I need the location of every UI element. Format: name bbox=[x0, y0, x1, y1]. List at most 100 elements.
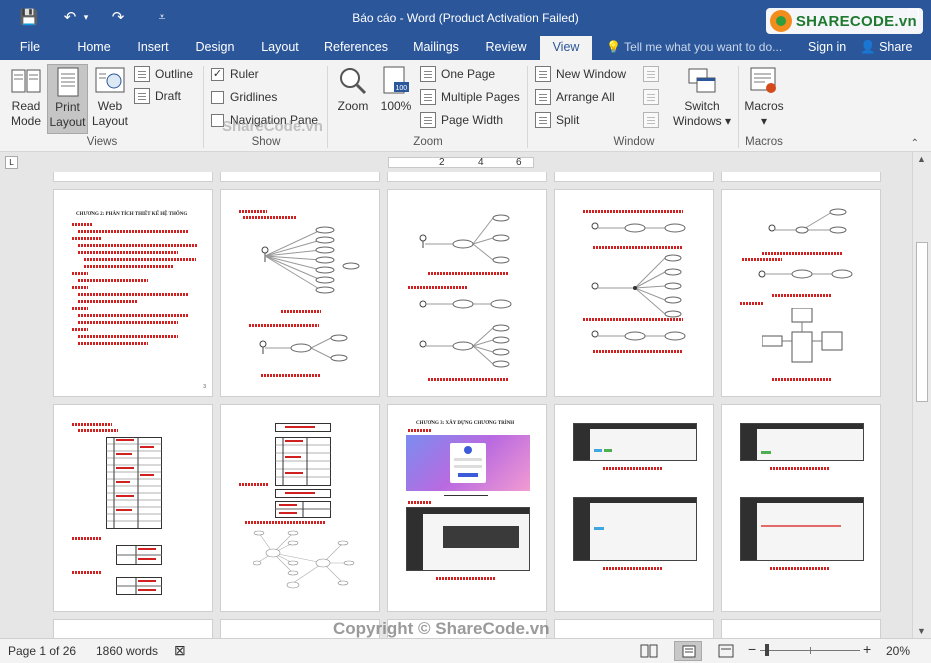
app-content bbox=[590, 429, 696, 460]
proofing-icon[interactable]: ⊠ bbox=[174, 642, 186, 659]
page-count[interactable]: Page 1 of 26 bbox=[8, 644, 76, 658]
document-page[interactable] bbox=[53, 172, 213, 182]
use-case-diagram bbox=[591, 222, 686, 233]
scrollbar-thumb[interactable] bbox=[916, 242, 928, 402]
ribbon-view: Read Mode Print Layout Web Layout Outlin… bbox=[0, 60, 931, 152]
web-layout-button[interactable]: Web Layout bbox=[90, 64, 130, 134]
page-width-button[interactable]: Page Width bbox=[420, 110, 503, 130]
document-page-chapter-3[interactable]: CHƯƠNG 3: XÂY DỰNG CHƯƠNG TRÌNH bbox=[387, 404, 547, 612]
caption-line bbox=[444, 495, 488, 496]
tab-view[interactable]: View bbox=[540, 36, 592, 60]
tab-design[interactable]: Design bbox=[188, 36, 242, 60]
print-layout-button[interactable]: Print Layout bbox=[47, 64, 88, 134]
switch-windows-label-2: Windows ▾ bbox=[672, 114, 732, 128]
ribbon-tabs: File Home Insert Design Layout Reference… bbox=[0, 36, 931, 60]
tab-selector[interactable]: L bbox=[5, 156, 18, 169]
ruler-number: 4 bbox=[478, 157, 484, 168]
spelling-underline bbox=[72, 286, 88, 289]
zoom-out-icon[interactable]: − bbox=[748, 641, 756, 657]
read-mode-view-icon[interactable] bbox=[640, 644, 658, 658]
tab-review[interactable]: Review bbox=[480, 36, 532, 60]
document-page[interactable] bbox=[554, 619, 714, 638]
use-case-diagram-2 bbox=[419, 299, 512, 309]
spelling-underline bbox=[239, 210, 267, 213]
zoom-100-button[interactable]: 100 100% bbox=[378, 64, 414, 134]
spelling-underline bbox=[249, 324, 319, 327]
reset-window-position-icon bbox=[643, 112, 659, 128]
share-button[interactable]: 👤 Share bbox=[860, 36, 912, 58]
document-page-screenshots[interactable] bbox=[554, 404, 714, 612]
read-mode-button[interactable]: Read Mode bbox=[6, 64, 46, 134]
gridlines-check-box bbox=[211, 90, 224, 104]
synchronous-scrolling-button[interactable] bbox=[643, 87, 664, 107]
scroll-down-icon[interactable]: ▼ bbox=[917, 626, 926, 636]
app-button bbox=[594, 527, 604, 530]
document-page[interactable] bbox=[387, 172, 547, 182]
tell-me-search[interactable]: 💡 Tell me what you want to do... bbox=[606, 36, 782, 60]
zoom-in-icon[interactable]: + bbox=[863, 641, 871, 657]
app-content bbox=[590, 503, 696, 560]
document-page[interactable] bbox=[721, 172, 881, 182]
document-page-tables-erd[interactable] bbox=[220, 404, 380, 612]
document-page-screenshots[interactable] bbox=[721, 404, 881, 612]
zoom-button[interactable]: Zoom bbox=[334, 64, 372, 134]
document-page-use-case[interactable] bbox=[220, 189, 380, 397]
tab-mailings[interactable]: Mailings bbox=[404, 36, 468, 60]
gridlines-checkbox[interactable]: Gridlines bbox=[211, 87, 277, 107]
document-page[interactable] bbox=[53, 619, 213, 638]
admin-content bbox=[423, 514, 529, 570]
spelling-underline bbox=[78, 251, 178, 254]
vertical-scrollbar[interactable]: ▲ ▼ bbox=[912, 152, 931, 638]
document-page-use-case[interactable] bbox=[387, 189, 547, 397]
document-page[interactable] bbox=[554, 172, 714, 182]
collapse-ribbon-icon[interactable]: ⌃ bbox=[911, 138, 919, 149]
document-page[interactable] bbox=[220, 172, 380, 182]
tab-references[interactable]: References bbox=[320, 36, 392, 60]
new-window-button[interactable]: New Window bbox=[535, 64, 626, 84]
app-button bbox=[761, 451, 771, 454]
copyright-watermark: Copyright © ShareCode.vn bbox=[333, 619, 550, 638]
title-bar: 💾 ↶ ▾ ↷ ⩡ Báo cáo - Word (Product Activa… bbox=[0, 0, 931, 36]
split-button[interactable]: Split bbox=[535, 110, 579, 130]
tab-insert[interactable]: Insert bbox=[130, 36, 176, 60]
reset-window-position-button[interactable] bbox=[643, 110, 664, 130]
document-page[interactable] bbox=[721, 619, 881, 638]
spelling-underline bbox=[770, 467, 830, 470]
document-area[interactable]: CHƯƠNG 2: PHÂN TÍCH THIẾT KẾ HỆ THỐNG 3 bbox=[0, 172, 912, 638]
document-page-class-diagram[interactable] bbox=[721, 189, 881, 397]
web-layout-view-icon[interactable] bbox=[718, 644, 734, 658]
tab-file[interactable]: File bbox=[10, 36, 50, 60]
tab-layout[interactable]: Layout bbox=[254, 36, 306, 60]
outline-button[interactable]: Outline bbox=[134, 64, 193, 84]
zoom-slider-thumb[interactable] bbox=[765, 644, 769, 656]
document-page-chapter-2[interactable]: CHƯƠNG 2: PHÂN TÍCH THIẾT KẾ HỆ THỐNG 3 bbox=[53, 189, 213, 397]
view-side-by-side-button[interactable] bbox=[643, 64, 664, 84]
scroll-up-icon[interactable]: ▲ bbox=[917, 154, 926, 164]
spelling-underline bbox=[261, 374, 321, 377]
spelling-underline bbox=[72, 223, 92, 226]
macros-button[interactable]: Macros ▾ bbox=[742, 64, 786, 134]
horizontal-ruler[interactable]: 2 4 6 bbox=[388, 157, 534, 168]
document-page-use-case[interactable] bbox=[554, 189, 714, 397]
multiple-pages-button[interactable]: Multiple Pages bbox=[420, 87, 520, 107]
spelling-underline bbox=[740, 302, 764, 305]
data-table bbox=[275, 423, 331, 486]
arrange-all-button[interactable]: Arrange All bbox=[535, 87, 615, 107]
zoom-100-label: 100% bbox=[380, 99, 412, 113]
one-page-button[interactable]: One Page bbox=[420, 64, 495, 84]
zoom-level[interactable]: 20% bbox=[886, 644, 910, 658]
switch-windows-button[interactable]: Switch Windows ▾ bbox=[670, 64, 734, 134]
word-count[interactable]: 1860 words bbox=[96, 644, 158, 658]
ribbon-watermark: ShareCode.vn bbox=[222, 118, 323, 135]
tab-home[interactable]: Home bbox=[70, 36, 118, 60]
sign-in-link[interactable]: Sign in bbox=[808, 36, 846, 58]
spelling-underline bbox=[72, 272, 88, 275]
ruler-checkbox[interactable]: ✓ Ruler bbox=[211, 64, 259, 84]
draft-icon bbox=[134, 88, 150, 104]
switch-windows-label-1: Switch bbox=[684, 99, 720, 113]
app-button bbox=[604, 449, 612, 452]
print-layout-view-button[interactable] bbox=[674, 641, 702, 661]
draft-button[interactable]: Draft bbox=[134, 86, 181, 106]
view-side-by-side-icon bbox=[643, 66, 659, 82]
document-page-tables[interactable] bbox=[53, 404, 213, 612]
